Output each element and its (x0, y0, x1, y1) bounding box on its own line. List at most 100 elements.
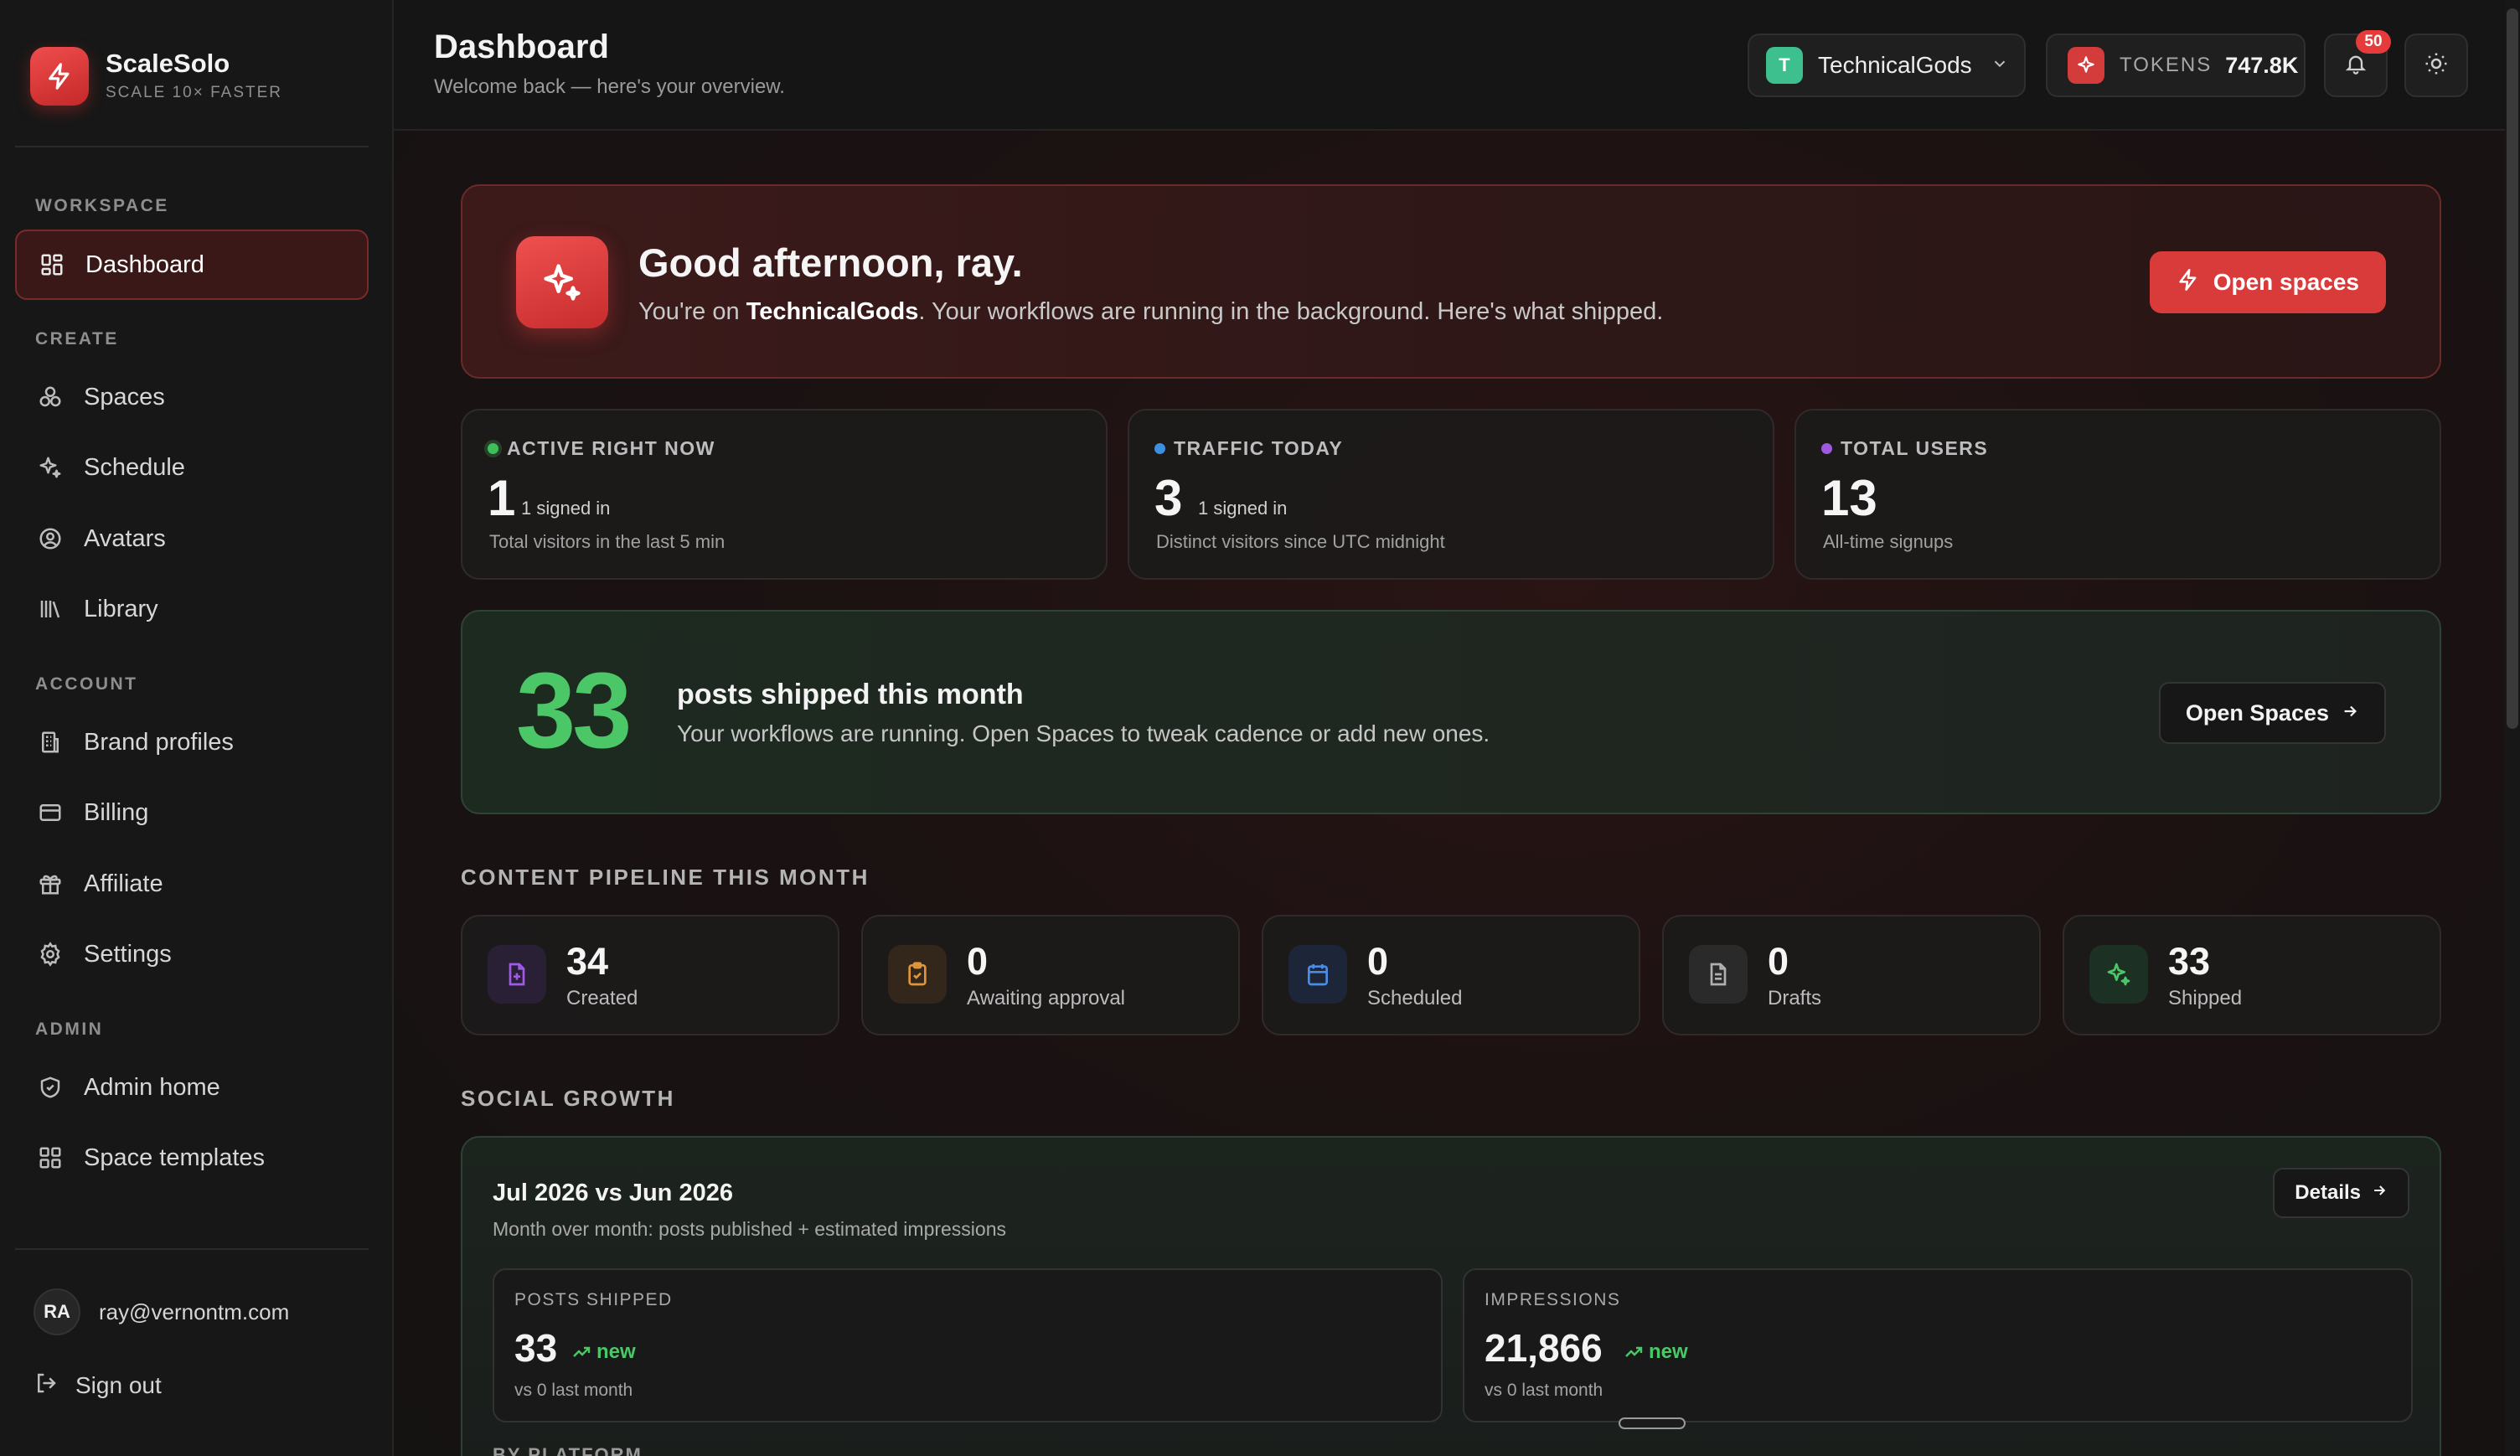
tokens-balance[interactable]: TOKENS 747.8K (2046, 34, 2306, 97)
workspace-name-bold: TechnicalGods (746, 298, 919, 325)
credit-card-icon (35, 798, 65, 828)
sidebar-item-label: Spaces (84, 383, 165, 410)
stat-footnote: All-time signups (1823, 531, 1954, 552)
sidebar-item-admin-home[interactable]: Admin home (15, 1052, 369, 1123)
workspace-switcher[interactable]: T TechnicalGods (1748, 34, 2026, 97)
pipeline-card-drafts[interactable]: 0 Drafts (1662, 915, 2041, 1035)
scroll-handle[interactable] (1619, 1417, 1686, 1429)
section-label-account: ACCOUNT (35, 674, 138, 694)
open-spaces-label: Open spaces (2213, 269, 2359, 295)
status-dot (1821, 443, 1832, 454)
sidebar-item-library[interactable]: Library (15, 574, 369, 644)
open-spaces-button[interactable]: Open spaces (2149, 251, 2386, 313)
calendar-icon (1288, 945, 1347, 1004)
grid-icon (35, 1143, 65, 1173)
metric-card-posts-shipped: POSTS SHIPPED 33 new vs 0 last month (493, 1268, 1443, 1422)
user-profile[interactable]: RA ray@vernontm.com (34, 1288, 289, 1335)
open-spaces-link-button[interactable]: Open Spaces (2158, 682, 2386, 744)
growth-period-title: Jul 2026 vs Jun 2026 (493, 1180, 733, 1206)
stat-sub: 1 signed in (521, 498, 611, 519)
building-icon (35, 727, 65, 757)
brand-name: ScaleSolo (106, 49, 230, 78)
stat-label: TRAFFIC TODAY (1154, 437, 1343, 460)
pipeline-label: Created (566, 987, 638, 1009)
metric-footnote: vs 0 last month (1485, 1381, 1603, 1400)
trending-up-icon (573, 1346, 591, 1357)
sidebar-item-label: Avatars (84, 524, 166, 552)
lightning-icon (2177, 268, 2200, 297)
sidebar-item-avatars[interactable]: Avatars (15, 503, 369, 574)
scrollbar-thumb[interactable] (2507, 8, 2518, 729)
user-circle-icon (35, 524, 65, 554)
metric-card-impressions: IMPRESSIONS 21,866 new vs 0 last month (1463, 1268, 2413, 1422)
sidebar-item-dashboard[interactable]: Dashboard (15, 230, 369, 300)
sidebar-item-schedule[interactable]: Schedule (15, 432, 369, 503)
greeting-text: You're on TechnicalGods. Your workflows … (638, 298, 1664, 325)
arrow-right-icon (2341, 700, 2359, 726)
brand-tagline: SCALE 10× FASTER (106, 84, 282, 101)
pipeline-card-scheduled[interactable]: 0 Scheduled (1262, 915, 1640, 1035)
shipped-title: posts shipped this month (677, 679, 1024, 710)
sparkles-icon (2089, 945, 2148, 1004)
details-button[interactable]: Details (2273, 1168, 2409, 1218)
stat-card-total-users: TOTAL USERS 13 All-time signups (1794, 409, 2441, 580)
sign-out-button[interactable]: Sign out (34, 1371, 162, 1400)
pipeline-card-created[interactable]: 34 Created (461, 915, 839, 1035)
notifications-button[interactable]: 50 (2324, 30, 2391, 97)
sidebar-item-settings[interactable]: Settings (15, 919, 369, 989)
page-subtitle: Welcome back — here's your overview. (434, 75, 785, 98)
shipped-text: Your workflows are running. Open Spaces … (677, 720, 1490, 746)
bell-icon (2344, 52, 2368, 80)
by-platform-label: BY PLATFORM (493, 1444, 643, 1456)
library-icon (35, 594, 65, 624)
pipeline-value: 0 (1367, 940, 1389, 983)
greeting-hero: Good afternoon, ray. You're on Technical… (461, 184, 2441, 379)
sidebar-item-brand-profiles[interactable]: Brand profiles (15, 707, 369, 777)
pipeline-value: 0 (967, 940, 989, 983)
social-growth-section-title: SOCIAL GROWTH (461, 1086, 675, 1111)
pipeline-section-title: CONTENT PIPELINE THIS MONTH (461, 865, 870, 890)
pipeline-value: 0 (1768, 940, 1789, 983)
sidebar-item-spaces[interactable]: Spaces (15, 362, 369, 432)
user-email: ray@vernontm.com (99, 1299, 290, 1324)
stat-value: 13 (1821, 470, 1877, 526)
tokens-label: TOKENS (2120, 54, 2213, 76)
gear-icon (35, 939, 65, 969)
sparkle-token-icon (2068, 47, 2104, 84)
spaces-icon (35, 382, 65, 412)
sign-out-icon (34, 1371, 59, 1400)
shield-icon (35, 1072, 65, 1102)
metric-trend: new (1624, 1340, 1688, 1364)
page-scrollbar[interactable] (2505, 0, 2520, 1456)
sun-icon (2424, 51, 2449, 80)
sidebar-item-label: Brand profiles (84, 728, 234, 756)
stat-label: ACTIVE RIGHT NOW (488, 437, 715, 460)
document-icon (1689, 945, 1748, 1004)
pipeline-label: Awaiting approval (967, 987, 1126, 1009)
sidebar-divider (15, 146, 369, 147)
arrow-right-icon (2371, 1181, 2388, 1205)
stat-label: TOTAL USERS (1821, 437, 1988, 460)
brand[interactable]: ScaleSolo SCALE 10× FASTER (30, 47, 282, 106)
metric-value: 33 (514, 1326, 558, 1370)
growth-subtitle: Month over month: posts published + esti… (493, 1218, 1007, 1240)
pipeline-label: Shipped (2168, 987, 2243, 1009)
sidebar-item-label: Schedule (84, 453, 185, 481)
theme-toggle-button[interactable] (2404, 34, 2468, 97)
stat-value: 3 (1154, 470, 1183, 526)
social-growth-card: Jul 2026 vs Jun 2026 Month over month: p… (461, 1136, 2441, 1456)
notification-count-badge: 50 (2356, 30, 2391, 54)
workspace-initial: T (1766, 47, 1803, 84)
main-content: Dashboard Welcome back — here's your ove… (394, 0, 2520, 1456)
metric-label: POSTS SHIPPED (514, 1290, 673, 1309)
sidebar-item-affiliate[interactable]: Affiliate (15, 849, 369, 919)
metric-trend: new (571, 1340, 636, 1364)
sidebar-item-billing[interactable]: Billing (15, 777, 369, 848)
dashboard-grid-icon (37, 250, 67, 280)
section-label-admin: ADMIN (35, 1020, 104, 1039)
pipeline-card-shipped[interactable]: 33 Shipped (2063, 915, 2441, 1035)
pipeline-card-awaiting-approval[interactable]: 0 Awaiting approval (861, 915, 1240, 1035)
chevron-down-icon (1991, 54, 2009, 77)
sidebar-item-space-templates[interactable]: Space templates (15, 1123, 369, 1193)
sign-out-label: Sign out (75, 1371, 162, 1398)
